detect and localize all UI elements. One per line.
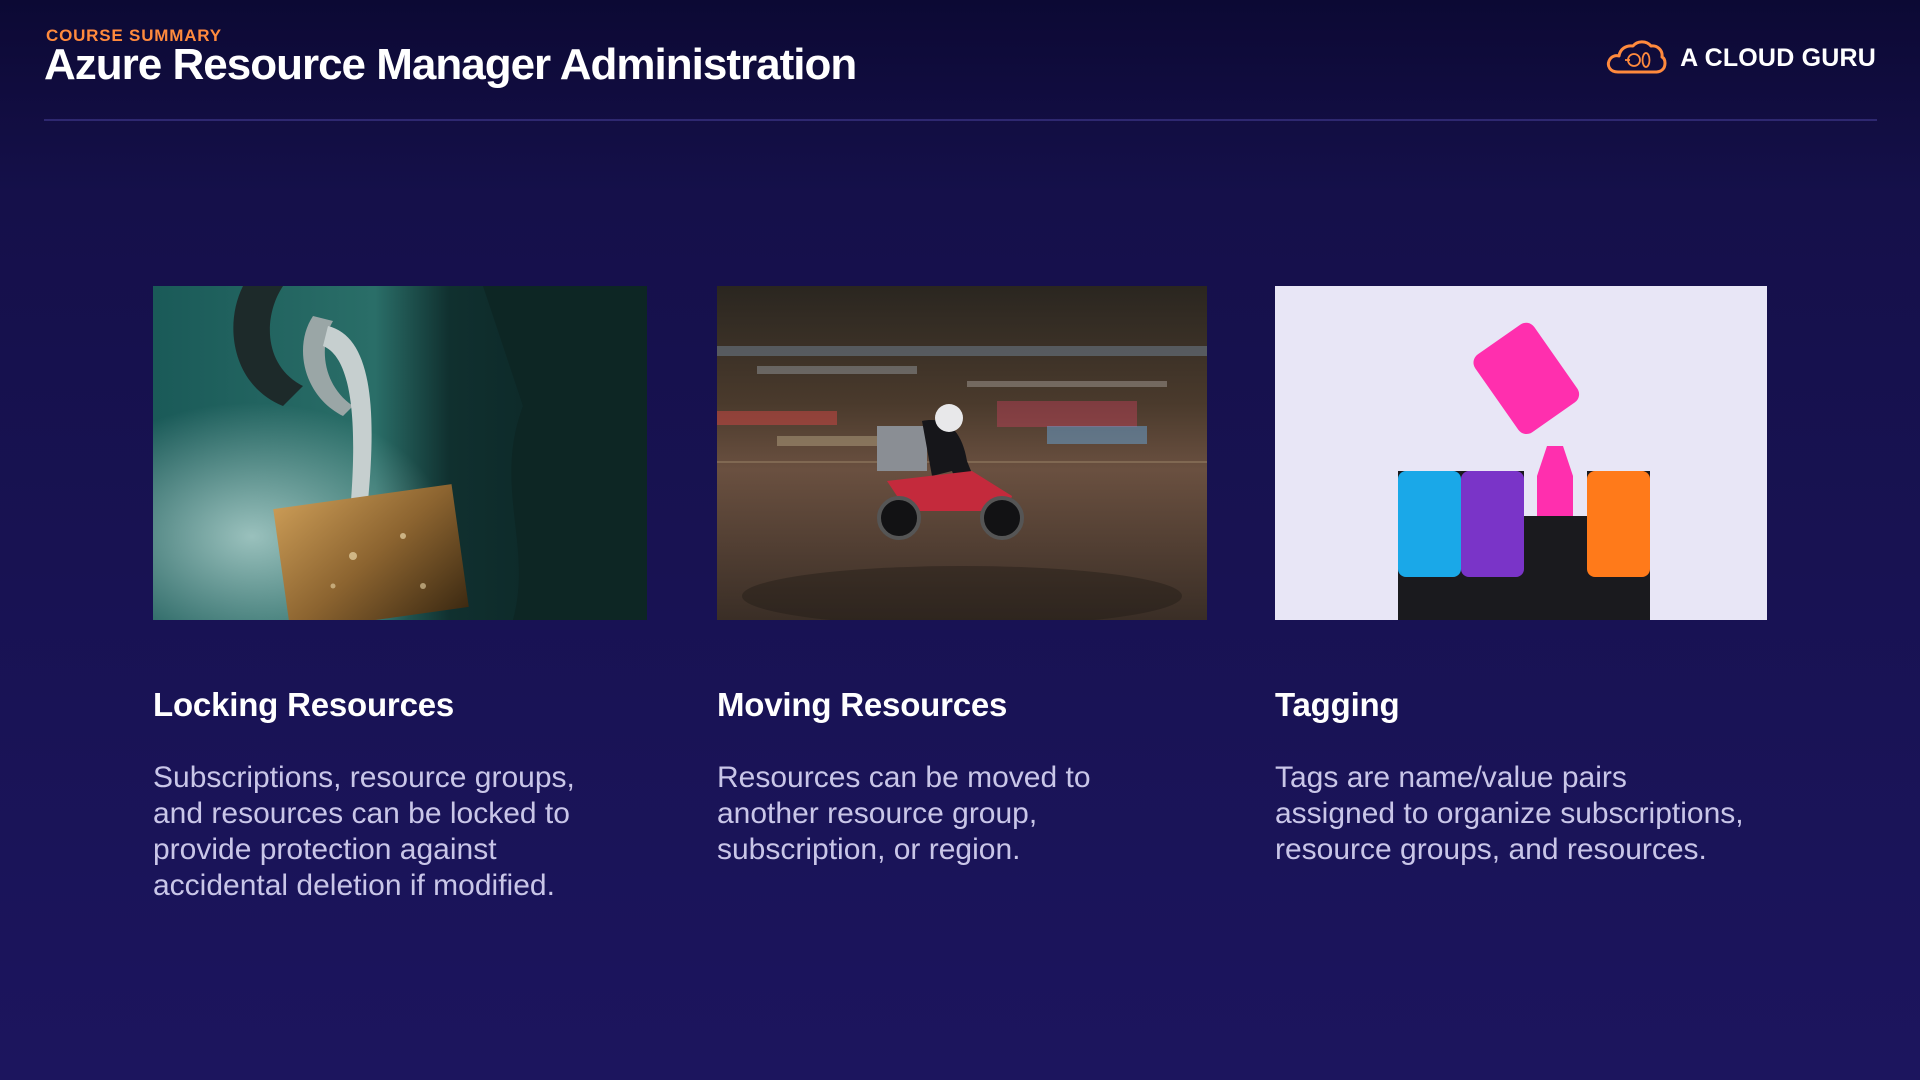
cloud-logo-icon (1607, 40, 1667, 74)
card-description: Resources can be moved to another resour… (717, 761, 1091, 866)
card-moving: Moving Resources Resources can be moved … (717, 286, 1207, 866)
padlock-photo (153, 286, 647, 620)
card-title: Tagging (1275, 686, 1400, 723)
brand-name: A CLOUD GURU (1680, 43, 1876, 72)
scooter-rider-photo (717, 286, 1207, 620)
card-description: Subscriptions, resource groups, and reso… (153, 761, 575, 902)
highlighter-markers-photo (1275, 286, 1767, 620)
card-locking: Locking Resources Subscriptions, resourc… (153, 286, 647, 902)
card-tagging: Tagging Tags are name/value pairs assign… (1275, 286, 1767, 866)
page-title: Azure Resource Manager Administration (44, 40, 857, 89)
card-description: Tags are name/value pairs assigned to or… (1275, 761, 1744, 866)
card-title: Locking Resources (153, 686, 455, 723)
brand-logo: A CLOUD GURU (1604, 38, 1876, 78)
header-divider (44, 119, 1877, 121)
card-title: Moving Resources (717, 686, 1008, 723)
